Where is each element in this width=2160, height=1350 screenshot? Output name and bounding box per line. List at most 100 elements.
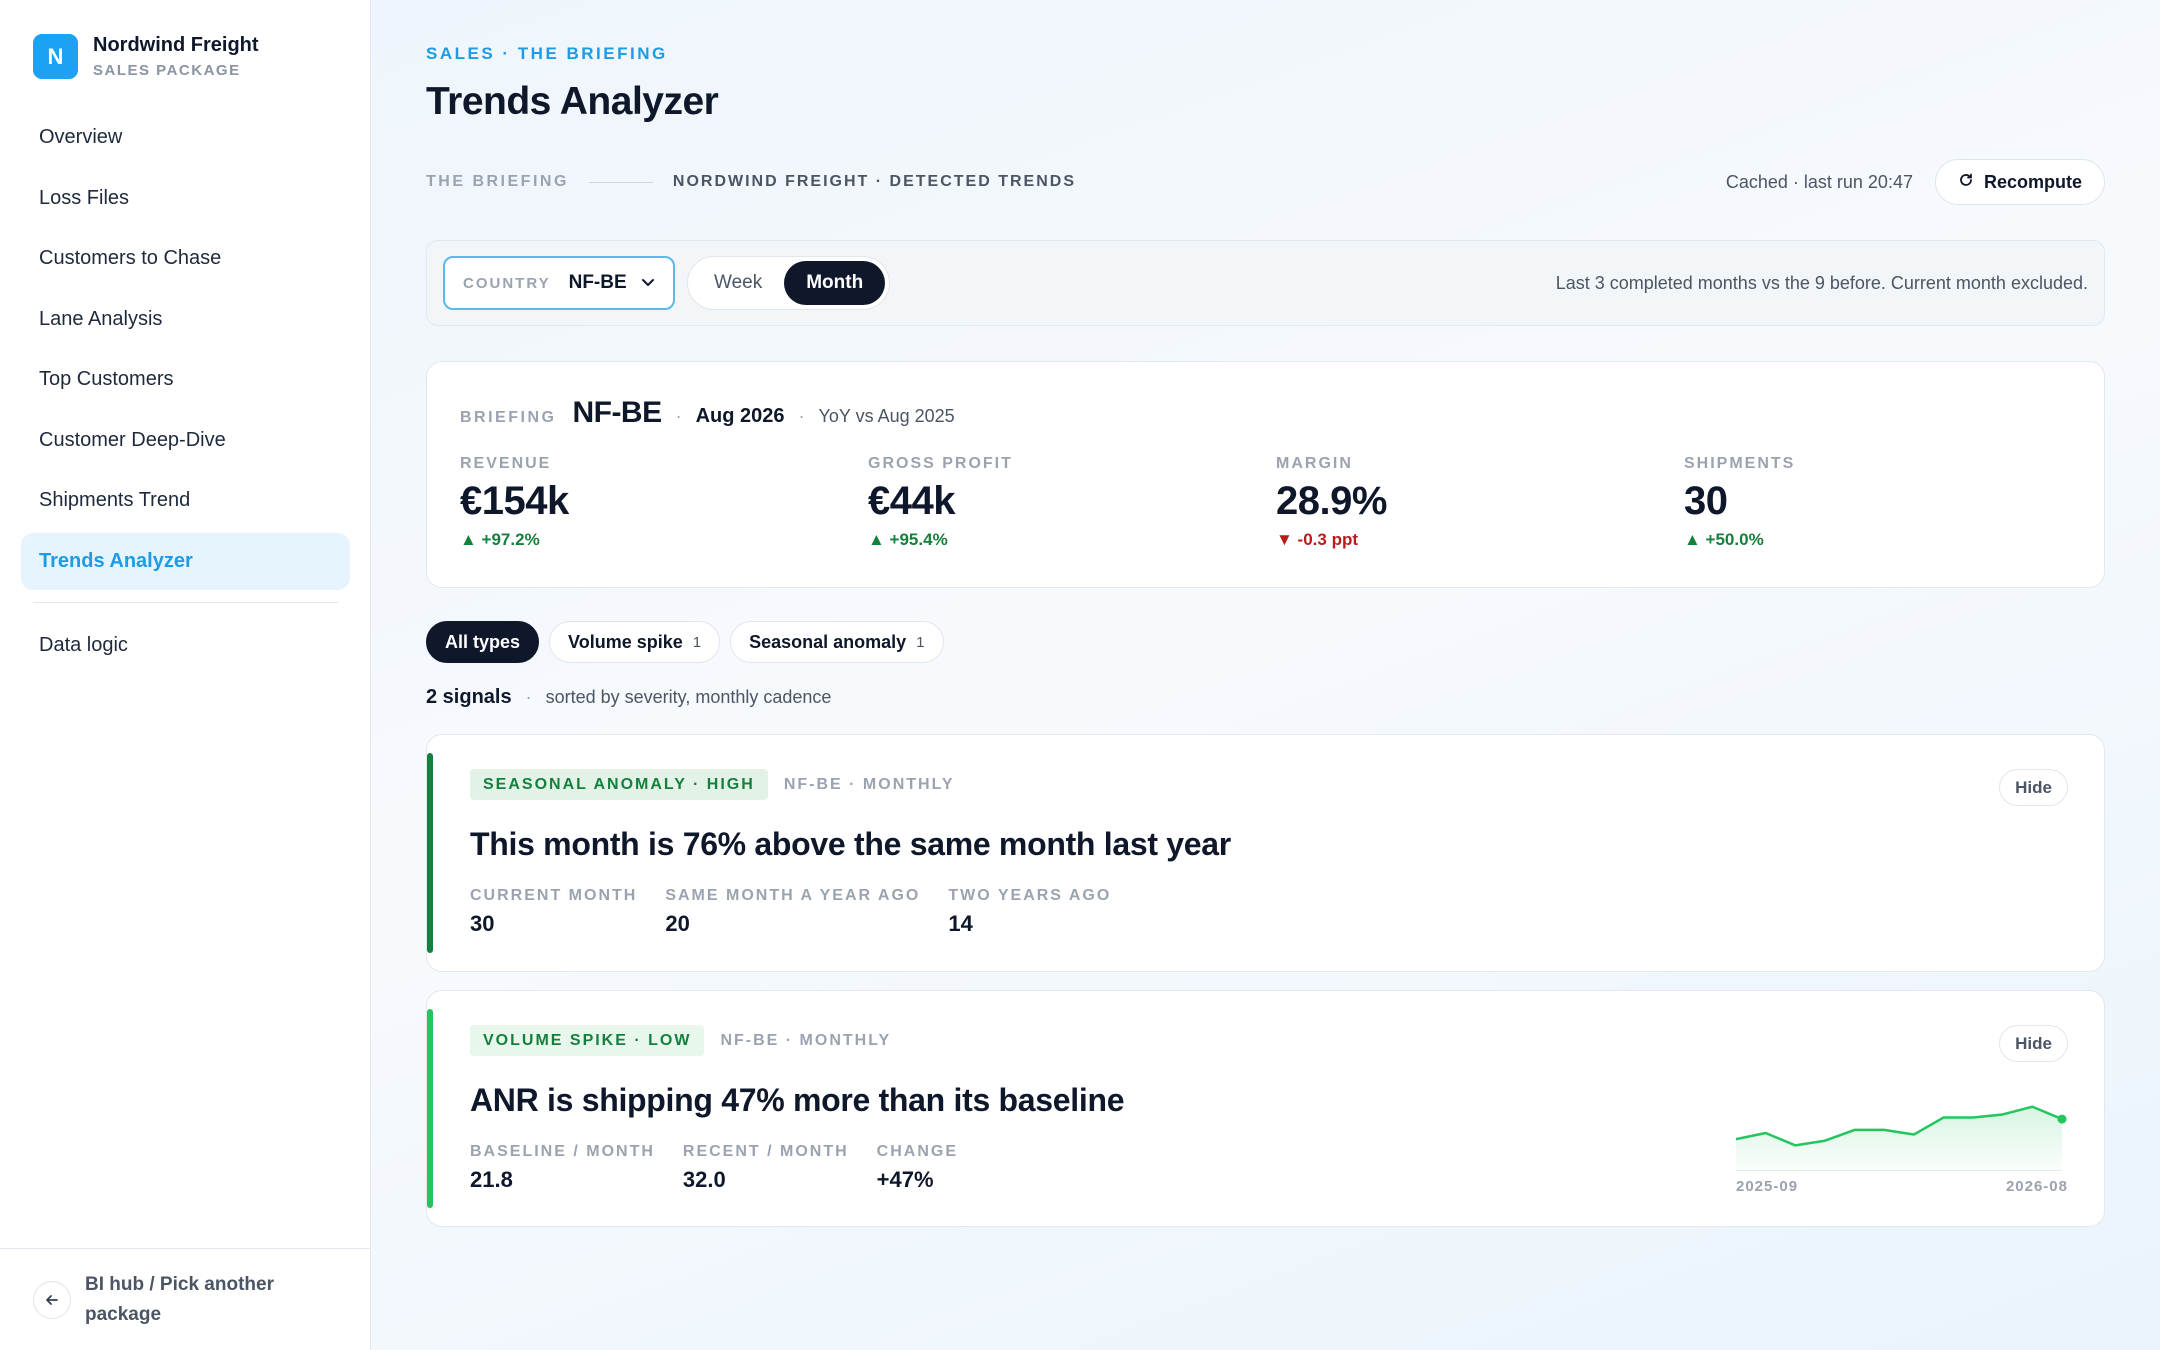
signal-tag-row: SEASONAL ANOMALY · HIGH NF-BE · MONTHLY (470, 769, 955, 800)
metric-value: 30 (470, 911, 495, 936)
sidebar-footer[interactable]: BI hub / Pick another package (0, 1248, 371, 1350)
kpi-value: €154k (460, 479, 569, 523)
main-content: SALES · THE BRIEFING Trends Analyzer THE… (371, 0, 2160, 1350)
metric-value: 20 (665, 911, 690, 936)
recompute-button[interactable]: Recompute (1934, 159, 2105, 205)
briefing-label: BRIEFING (460, 409, 557, 426)
subheader-section: THE BRIEFING (426, 173, 569, 190)
briefing-card: BRIEFING NF-BE · Aug 2026 · YoY vs Aug 2… (426, 361, 2105, 588)
metric-value: 21.8 (470, 1167, 513, 1192)
severity-bar (427, 1009, 433, 1208)
metric-value: +47% (876, 1167, 934, 1192)
metric-current-month: CURRENT MONTH 30 (470, 887, 637, 937)
chip-count: 1 (692, 633, 702, 651)
metric-label: RECENT / MONTH (682, 1143, 849, 1160)
chip-volume-spike[interactable]: Volume spike 1 (549, 621, 721, 663)
cadence-month[interactable]: Month (784, 261, 886, 305)
kpi-shipments: SHIPMENTS 30 ▲ +50.0% (1684, 455, 1795, 550)
signal-summary: 2 signals · sorted by severity, monthly … (426, 686, 832, 708)
sparkline-area (1736, 1106, 2062, 1171)
recompute-label: Recompute (1983, 171, 2082, 192)
chevron-down-icon (641, 275, 655, 291)
sidebar-item-top-customers[interactable]: Top Customers (21, 351, 350, 408)
cadence-week[interactable]: Week (692, 261, 784, 305)
signal-meta: NF-BE · MONTHLY (720, 1031, 892, 1049)
subheader-context: NORDWIND FREIGHT · DETECTED TRENDS (672, 173, 1076, 190)
kpi-label: MARGIN (1276, 455, 1353, 472)
sparkline-end-label: 2026-08 (2005, 1178, 2068, 1195)
chip-seasonal-anomaly[interactable]: Seasonal anomaly 1 (730, 621, 944, 663)
metric-value: 14 (948, 911, 973, 936)
window-note: Last 3 completed months vs the 9 before.… (1555, 272, 2088, 293)
kpi-label: GROSS PROFIT (868, 455, 1013, 472)
kpi-revenue: REVENUE €154k ▲ +97.2% (460, 455, 569, 550)
cache-status: Cached · last run 20:47 (1725, 171, 1913, 192)
metric-change: CHANGE +47% (877, 1143, 958, 1193)
metric-label: SAME MONTH A YEAR AGO (665, 887, 921, 904)
brand-subtitle: SALES PACKAGE (93, 62, 241, 79)
sidebar-item-customer-deep-dive[interactable]: Customer Deep-Dive (21, 412, 350, 469)
sparkline-axis: 2025-09 2026-08 (1736, 1178, 2068, 1195)
brand: N Nordwind Freight SALES PACKAGE (33, 34, 259, 79)
hide-button[interactable]: Hide (1999, 1025, 2068, 1062)
kpi-gross-profit: GROSS PROFIT €44k ▲ +95.4% (868, 455, 1013, 550)
kpi-label: REVENUE (460, 455, 552, 472)
sidebar-item-trends-analyzer[interactable]: Trends Analyzer (21, 532, 350, 590)
volume-sparkline (1736, 1105, 2067, 1171)
chip-label: Seasonal anomaly (749, 631, 907, 652)
signal-tag: VOLUME SPIKE · LOW (470, 1025, 705, 1056)
subheader-divider (588, 181, 653, 183)
sidebar-item-overview[interactable]: Overview (21, 109, 350, 166)
signal-meta: NF-BE · MONTHLY (783, 775, 955, 793)
page-title: Trends Analyzer (426, 80, 719, 123)
sidebar-item-customers-to-chase[interactable]: Customers to Chase (21, 230, 350, 287)
signal-type-filter: All types Volume spike 1 Seasonal anomal… (426, 621, 954, 663)
chip-label: Volume spike (568, 631, 683, 652)
metric-label: BASELINE / MONTH (470, 1143, 655, 1160)
kpi-value: €44k (868, 479, 955, 523)
sidebar-item-shipments-trend[interactable]: Shipments Trend (21, 472, 350, 529)
kpi-delta: ▼ -0.3 ppt (1276, 530, 1358, 549)
briefing-yoy: YoY vs Aug 2025 (818, 406, 955, 426)
sidebar-nav: Overview Loss Files Customers to Chase L… (21, 109, 350, 677)
kpi-delta: ▲ +50.0% (1684, 530, 1764, 549)
sidebar: N Nordwind Freight SALES PACKAGE Overvie… (0, 0, 371, 1350)
signal-sort-note: sorted by severity, monthly cadence (545, 687, 832, 707)
signal-metrics: CURRENT MONTH 30 SAME MONTH A YEAR AGO 2… (470, 887, 1139, 937)
brand-name: Nordwind Freight (93, 34, 259, 56)
signal-title: This month is 76% above the same month l… (470, 826, 1231, 862)
kpi-value: 30 (1684, 479, 1728, 523)
sidebar-divider (33, 601, 338, 603)
filter-bar: COUNTRY NF-BE Week Month Last 3 complete… (426, 240, 2105, 326)
kpi-margin: MARGIN 28.9% ▼ -0.3 ppt (1276, 455, 1387, 550)
refresh-icon (1958, 172, 1974, 193)
hide-button[interactable]: Hide (1999, 769, 2068, 806)
country-label: COUNTRY (463, 274, 551, 292)
metric-label: CHANGE (876, 1143, 959, 1160)
arrow-left-icon[interactable] (33, 1280, 71, 1319)
sidebar-item-loss-files[interactable]: Loss Files (21, 170, 350, 227)
chip-label: All types (445, 631, 521, 652)
cadence-toggle: Week Month (687, 256, 891, 310)
brand-logo: N (33, 34, 78, 79)
country-select[interactable]: COUNTRY NF-BE (443, 256, 675, 310)
sidebar-item-lane-analysis[interactable]: Lane Analysis (21, 291, 350, 348)
signal-title: ANR is shipping 47% more than its baseli… (470, 1082, 1125, 1118)
kpi-delta: ▲ +97.2% (460, 530, 540, 549)
briefing-header: BRIEFING NF-BE · Aug 2026 · YoY vs Aug 2… (460, 396, 955, 429)
signal-card-volume-spike: VOLUME SPIKE · LOW NF-BE · MONTHLY Hide … (426, 990, 2105, 1227)
sparkline-last-point (2057, 1114, 2067, 1124)
sidebar-item-data-logic[interactable]: Data logic (21, 617, 350, 674)
metric-recent: RECENT / MONTH 32.0 (683, 1143, 849, 1193)
metric-label: CURRENT MONTH (470, 887, 638, 904)
metric-two-years-ago: TWO YEARS AGO 14 (948, 887, 1111, 937)
severity-bar (427, 753, 433, 953)
briefing-period: Aug 2026 (695, 405, 785, 427)
country-value: NF-BE (568, 272, 627, 293)
chip-all-types[interactable]: All types (426, 621, 540, 663)
kpi-delta: ▲ +95.4% (868, 530, 948, 549)
back-to-hub-link[interactable]: BI hub / Pick another package (85, 1270, 325, 1330)
kpi-value: 28.9% (1276, 479, 1387, 523)
signal-card-seasonal: SEASONAL ANOMALY · HIGH NF-BE · MONTHLY … (426, 734, 2105, 972)
kpi-label: SHIPMENTS (1684, 455, 1796, 472)
